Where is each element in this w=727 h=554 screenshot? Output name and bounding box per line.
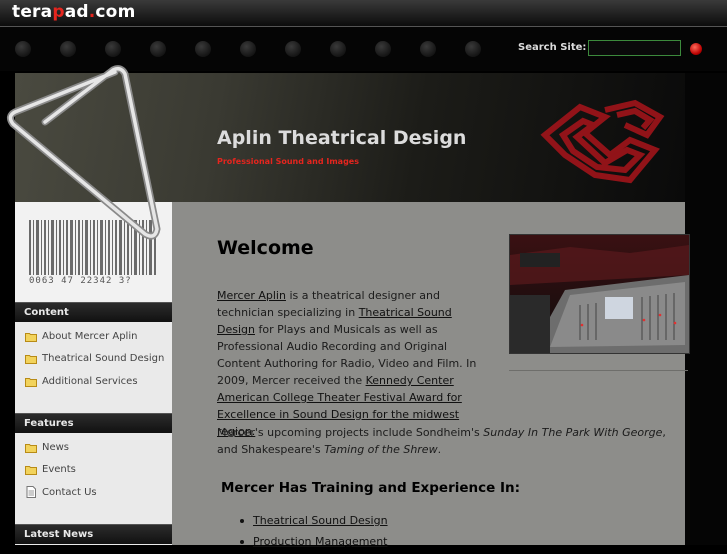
folder-icon [25,465,37,475]
upcoming-text-1: Mercer's upcoming projects include Sondh… [217,426,484,439]
decorative-dot [195,41,211,57]
sidebar-content-title: Content [15,302,172,322]
list-item: Theatrical Sound Design [238,512,388,533]
document-icon [26,486,36,498]
search-go-button[interactable] [690,43,702,55]
sidebar-item-label: About Mercer Aplin [42,331,138,342]
search-input[interactable] [588,40,681,56]
search-bar-strip: Search Site: [0,27,727,71]
sidebar-features-title: Features [15,413,172,433]
decorative-dot [15,41,31,57]
mercer-aplin-link[interactable]: Mercer Aplin [217,289,286,302]
sidebar-item-theatrical-sound[interactable]: Theatrical Sound Design [25,353,164,364]
upcoming-title-1: Sunday In The Park With George [483,426,663,439]
upcoming-paragraph: Mercer's upcoming projects include Sondh… [217,424,677,458]
decorative-dot [240,41,256,57]
decorative-dot [105,41,121,57]
sidebar-item-label: Theatrical Sound Design [42,353,165,364]
mixing-console-photo [509,234,690,354]
sidebar-item-label: Events [42,464,76,475]
sidebar-latest-news-title: Latest News [15,524,172,544]
intro-paragraph: Mercer Aplin is a theatrical designer an… [217,287,492,440]
decorative-dot [465,41,481,57]
sidebar-item-events[interactable]: Events [25,464,76,475]
top-bar: terapad.com [0,0,727,27]
training-list: Theatrical Sound Design Production Manag… [238,512,388,554]
right-border [685,73,727,545]
folder-icon [25,377,37,387]
sidebar-item-label: Additional Services [42,376,138,387]
site-title: Aplin Theatrical Design [217,127,467,149]
red-emblem-logo [540,99,665,184]
barcode-number: 0063 47 22342 3? [29,276,132,286]
upcoming-text-3: . [437,443,442,456]
mixing-console-image [510,235,689,353]
barcode-icon [29,220,156,275]
search-label: Search Site: [518,42,587,53]
decorative-dot [60,41,76,57]
sidebar-item-contact[interactable]: Contact Us [25,486,97,498]
training-link-production-management[interactable]: Production Management [253,535,387,548]
photo-divider [509,370,688,371]
sidebar-item-label: News [42,442,70,453]
logo-text-p: p [52,2,65,22]
decorative-dot [150,41,166,57]
decorative-dot [420,41,436,57]
logo-text-prefix: tera [12,2,53,22]
barcode-graphic: 0063 47 22342 3? [15,202,172,302]
sidebar-item-about[interactable]: About Mercer Aplin [25,331,137,342]
site-subtitle: Professional Sound and Images [217,157,359,166]
training-heading: Mercer Has Training and Experience In: [221,480,521,496]
page-title: Welcome [217,237,314,259]
list-item: Production Management [238,533,388,554]
decorative-dot [375,41,391,57]
sidebar-item-additional-services[interactable]: Additional Services [25,376,138,387]
folder-icon [25,354,37,364]
terapad-logo[interactable]: terapad.com [12,2,135,22]
logo-text-tld: com [95,2,136,22]
folder-icon [25,332,37,342]
sidebar-item-news[interactable]: News [25,442,69,453]
sidebar-item-label: Contact Us [42,486,97,498]
decorative-dot [285,41,301,57]
folder-icon [25,443,37,453]
decorative-dot [330,41,346,57]
upcoming-title-2: Taming of the Shrew [324,443,438,456]
logo-text-suffix: ad [64,2,89,22]
training-link-sound-design[interactable]: Theatrical Sound Design [253,514,388,527]
